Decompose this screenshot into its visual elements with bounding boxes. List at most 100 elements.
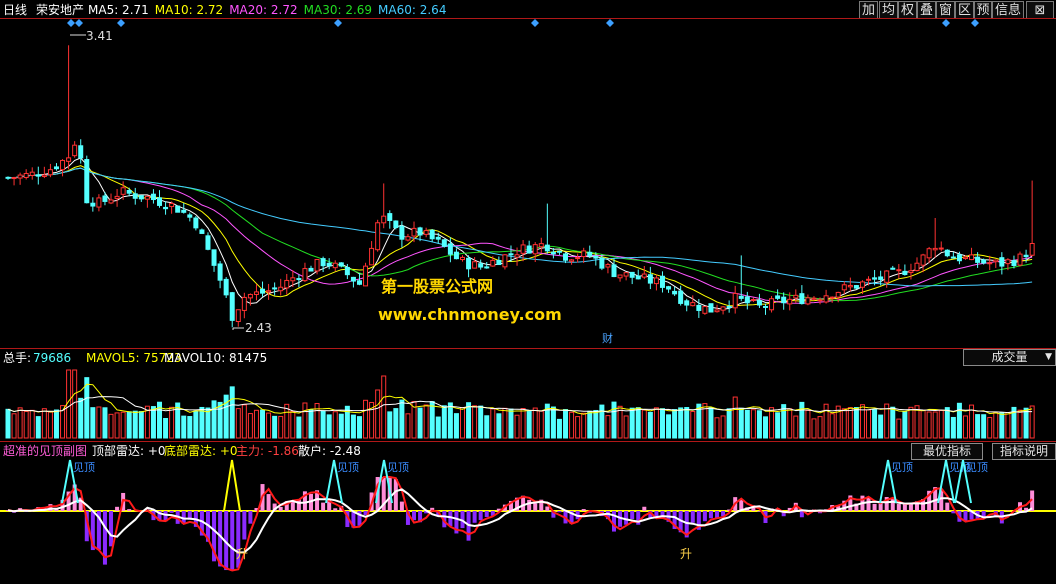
candle-body[interactable] [29, 171, 35, 176]
volume-bar[interactable] [47, 411, 53, 439]
candle-body[interactable] [672, 290, 678, 295]
candle-body[interactable] [66, 157, 72, 162]
volume-bar[interactable] [502, 407, 508, 439]
volume-bar[interactable] [169, 406, 175, 439]
volume-bar[interactable] [1029, 405, 1035, 439]
volume-bar[interactable] [53, 409, 59, 439]
candle-body[interactable] [411, 227, 417, 237]
volume-bar[interactable] [90, 407, 96, 439]
volume-bar[interactable] [890, 406, 896, 439]
volume-bar[interactable] [787, 408, 793, 439]
volume-bar[interactable] [975, 414, 981, 439]
candle-body[interactable] [441, 239, 447, 247]
volume-bar[interactable] [114, 412, 120, 439]
candle-body[interactable] [447, 243, 453, 255]
volume-bar[interactable] [623, 415, 629, 439]
candle-body[interactable] [563, 253, 569, 261]
volume-bar[interactable] [235, 408, 241, 439]
candle-body[interactable] [5, 176, 11, 179]
candle-body[interactable] [460, 256, 465, 261]
volume-bar[interactable] [763, 416, 768, 439]
volume-bar[interactable] [181, 415, 187, 439]
candle-body[interactable] [429, 229, 435, 240]
volume-bar[interactable] [423, 404, 429, 439]
volume-bar[interactable] [866, 409, 872, 439]
volume-chart[interactable] [0, 350, 1056, 440]
volume-bar[interactable] [563, 409, 569, 439]
volume-bar[interactable] [575, 416, 581, 439]
volume-bar[interactable] [666, 414, 672, 439]
candle-body[interactable] [466, 257, 472, 270]
candle-body[interactable] [599, 257, 605, 269]
toolbar-button[interactable]: 预 [974, 1, 992, 19]
candle-body[interactable] [617, 274, 623, 279]
volume-bar[interactable] [956, 402, 962, 439]
volume-bar[interactable] [847, 407, 853, 439]
candle-body[interactable] [423, 230, 429, 235]
volume-bar[interactable] [520, 408, 526, 439]
event-marker-icon[interactable] [334, 19, 342, 27]
candle-body[interactable] [223, 278, 229, 296]
candle-body[interactable] [229, 292, 235, 321]
candle-body[interactable] [841, 284, 847, 291]
candle-body[interactable] [114, 195, 120, 199]
candle-body[interactable] [744, 296, 750, 304]
volume-bar[interactable] [399, 399, 405, 439]
candle-body[interactable] [896, 269, 902, 272]
volume-bar[interactable] [120, 411, 126, 439]
volume-bar[interactable] [738, 407, 744, 439]
candle-body[interactable] [1029, 243, 1035, 256]
candle-body[interactable] [78, 145, 84, 159]
volume-bar[interactable] [266, 412, 272, 439]
candle-body[interactable] [496, 259, 502, 266]
volume-bar[interactable] [817, 416, 823, 439]
candle-body[interactable] [484, 266, 490, 269]
candle-body[interactable] [314, 259, 320, 272]
volume-bar[interactable] [326, 414, 332, 439]
volume-bar[interactable] [260, 409, 266, 439]
volume-bar[interactable] [290, 411, 296, 439]
volume-bar[interactable] [993, 412, 999, 439]
volume-bar[interactable] [799, 401, 805, 439]
volume-bar[interactable] [441, 405, 447, 439]
candle-body[interactable] [472, 261, 478, 269]
candle-body[interactable] [199, 229, 205, 234]
volume-bar[interactable] [199, 406, 205, 439]
volume-bar[interactable] [999, 412, 1005, 439]
candle-body[interactable] [593, 255, 599, 259]
volume-bar[interactable] [35, 416, 41, 439]
candle-body[interactable] [211, 249, 217, 266]
candle-body[interactable] [320, 258, 326, 267]
candle-body[interactable] [1017, 253, 1023, 266]
volume-bar[interactable] [550, 406, 556, 439]
volume-bar[interactable] [241, 404, 247, 439]
volume-bar[interactable] [417, 407, 423, 439]
candle-body[interactable] [1023, 254, 1029, 258]
candle-body[interactable] [538, 243, 544, 248]
event-marker-icon[interactable] [531, 19, 539, 27]
volume-bar[interactable] [908, 406, 914, 439]
candle-body[interactable] [805, 297, 811, 305]
candle-body[interactable] [1011, 260, 1017, 266]
candle-body[interactable] [138, 195, 144, 200]
volume-bar[interactable] [381, 375, 387, 439]
volume-bar[interactable] [811, 418, 817, 439]
volume-bar[interactable] [217, 401, 223, 439]
candle-body[interactable] [993, 259, 999, 263]
volume-bar[interactable] [478, 405, 484, 439]
volume-bar[interactable] [363, 399, 369, 439]
volume-bar[interactable] [211, 400, 217, 439]
volume-bar[interactable] [726, 408, 732, 439]
candle-body[interactable] [272, 287, 278, 290]
volume-bar[interactable] [41, 408, 47, 439]
candle-body[interactable] [793, 294, 799, 299]
toolbar-button[interactable]: 信息 [992, 1, 1024, 19]
candle-body[interactable] [435, 236, 441, 240]
volume-bar[interactable] [472, 405, 478, 439]
volume-bar[interactable] [920, 409, 926, 439]
candle-body[interactable] [696, 304, 702, 311]
candle-body[interactable] [260, 288, 266, 294]
candle-body[interactable] [187, 214, 193, 218]
candle-body[interactable] [987, 262, 993, 265]
candle-body[interactable] [569, 259, 575, 262]
